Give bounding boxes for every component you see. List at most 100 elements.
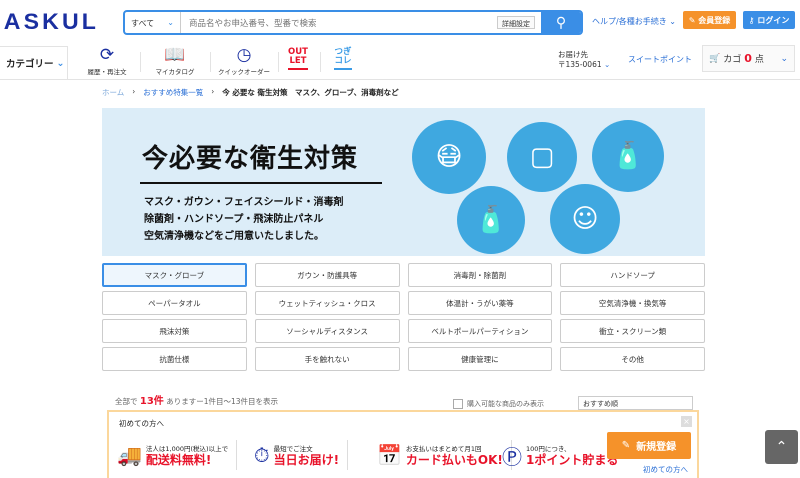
breadcrumb-current: 今 必要な 衛生対策 マスク、グローブ、消毒剤など bbox=[222, 88, 399, 97]
breadcrumb-features[interactable]: おすすめ特集一覧 bbox=[143, 87, 203, 98]
banner-line: マスク・ガウン・フェイスシールド・消毒剤 bbox=[144, 197, 344, 208]
banner-title: 今必要な衛生対策 bbox=[142, 144, 359, 174]
breadcrumb-sep: › bbox=[132, 87, 136, 96]
breadcrumb-home[interactable]: ホーム bbox=[102, 87, 124, 98]
chevron-down-icon: ⌄ bbox=[167, 18, 174, 27]
divider bbox=[210, 52, 211, 72]
key-icon: ⚷ bbox=[748, 15, 758, 25]
category-button[interactable]: その他 bbox=[560, 347, 705, 371]
category-grid: マスク・グローブ ガウン・防護具等 消毒剤・除菌剤 ハンドソープペーパータオル ウェット… bbox=[102, 263, 705, 371]
breadcrumb: ホーム › おすすめ特集一覧 › 今 必要な 衛生対策 マスク、グローブ、消毒剤など bbox=[102, 87, 399, 98]
feature-big: 当日お届け! bbox=[273, 453, 340, 467]
breadcrumb-sep: › bbox=[211, 87, 215, 96]
sort-select[interactable]: おすすめ順 bbox=[578, 396, 693, 410]
pencil-icon: ✎ bbox=[621, 440, 631, 451]
feature-free-shipping: 🚚 法人は1,000円(税込)以上で 配送料無料! bbox=[117, 440, 238, 470]
close-icon[interactable]: × bbox=[681, 416, 692, 427]
feature-small: 最短でご注文 bbox=[273, 445, 313, 453]
feature-big: 1ポイント貯まる bbox=[526, 453, 619, 467]
cart-count: 0 bbox=[744, 52, 752, 65]
gauge-icon: ◷ bbox=[236, 45, 252, 65]
banner-line: 除菌剤・ハンドソープ・飛沫防止パネル bbox=[144, 214, 324, 225]
category-button[interactable]: 衝立・スクリーン類 bbox=[560, 319, 705, 343]
cart-button[interactable]: 🛒 カゴ 0 点 ⌄ bbox=[702, 45, 795, 72]
feature-big: 配送料無料! bbox=[145, 453, 212, 467]
face-shield-illustration-icon: ▢ bbox=[507, 122, 577, 192]
help-label: ヘルプ/各種お手続き bbox=[592, 17, 667, 26]
register-button[interactable]: ✎ 会員登録 bbox=[683, 11, 736, 29]
nav-history[interactable]: ⟳ 履歴・再注文 bbox=[77, 44, 137, 76]
register-label: 会員登録 bbox=[698, 15, 731, 25]
divider bbox=[278, 52, 279, 72]
chevron-up-icon: ⌃ bbox=[775, 439, 788, 455]
nav-label: マイカタログ bbox=[155, 68, 195, 76]
category-button[interactable]: ソーシャルディスタンス bbox=[254, 319, 400, 343]
checkbox-box bbox=[453, 399, 463, 409]
help-menu[interactable]: ヘルプ/各種お手続き ⌄ bbox=[592, 16, 676, 27]
category-button[interactable]: 空気清浄機・換気等 bbox=[560, 291, 705, 315]
category-menu[interactable]: カテゴリー ⌄ bbox=[0, 46, 68, 79]
advanced-search-button[interactable]: 詳細設定 bbox=[497, 16, 535, 29]
category-button[interactable]: 体温計・うがい薬等 bbox=[407, 291, 553, 315]
category-button[interactable]: 消毒剤・除菌剤 bbox=[407, 263, 553, 287]
login-button[interactable]: ⚷ ログイン bbox=[743, 11, 795, 29]
feature-small: 100円につき、 bbox=[526, 445, 571, 453]
banner-text: マスク・ガウン・フェイスシールド・消毒剤 除菌剤・ハンドソープ・飛沫防止パネル … bbox=[144, 194, 344, 245]
header-divider bbox=[0, 79, 800, 80]
tsugi-kore-link[interactable]: つぎ コレ bbox=[334, 48, 352, 70]
book-icon: 📖 bbox=[164, 45, 186, 65]
count-prefix: 全部で bbox=[115, 397, 138, 406]
nav-quick-order[interactable]: ◷ クイックオーダー bbox=[214, 44, 274, 76]
delivery-zip: 〒135-0061 bbox=[558, 60, 602, 69]
feature-big: カード払いもOK! bbox=[405, 453, 503, 467]
nav-label: クイックオーダー bbox=[218, 68, 270, 76]
clock-box-icon: ⏱ bbox=[254, 443, 270, 467]
feature-small: 法人は1,000円(税込)以上で bbox=[145, 445, 229, 453]
sanitizer-illustration-icon: 🧴 bbox=[457, 186, 525, 254]
category-button[interactable]: ハンドソープ bbox=[560, 263, 705, 287]
category-button[interactable]: 手を触れない bbox=[254, 347, 400, 371]
askul-logo[interactable]: ASKUL bbox=[4, 9, 99, 35]
count-suffix: ありますー1件目〜13件目を表示 bbox=[166, 397, 279, 406]
delivery-address[interactable]: お届け先 〒135-0061 ⌄ bbox=[558, 50, 610, 70]
count-value: 13件 bbox=[139, 396, 164, 407]
nav-my-catalog[interactable]: 📖 マイカタログ bbox=[145, 44, 205, 76]
new-register-button[interactable]: ✎ 新規登録 bbox=[607, 432, 691, 459]
category-button[interactable]: 抗菌仕様 bbox=[102, 347, 247, 371]
category-button[interactable]: 飛沫対策 bbox=[102, 319, 247, 343]
search-bar: すべて ⌄ 詳細設定 ⚲ bbox=[123, 10, 583, 35]
first-time-link[interactable]: 初めての方へ bbox=[643, 464, 688, 475]
outlet-link[interactable]: OUT LET bbox=[288, 48, 308, 70]
sweet-point-link[interactable]: スイートポイント bbox=[628, 54, 692, 65]
cart-icon: 🛒 bbox=[709, 53, 721, 64]
chevron-down-icon: ⌄ bbox=[604, 60, 611, 69]
category-button[interactable]: ベルトポールパーティション bbox=[407, 319, 553, 343]
search-scope-select[interactable]: すべて ⌄ bbox=[125, 12, 181, 33]
chevron-down-icon: ⌄ bbox=[56, 57, 65, 69]
feature-card-payment: 📅 お支払いはまとめて月1回 カード払いもOK! bbox=[377, 440, 512, 470]
category-button[interactable]: ペーパータオル bbox=[102, 291, 247, 315]
cart-unit: 点 bbox=[754, 55, 764, 65]
chevron-down-icon: ⌄ bbox=[669, 17, 676, 26]
search-button[interactable]: ⚲ bbox=[541, 12, 581, 33]
hero-banner: 今必要な衛生対策 マスク・ガウン・フェイスシールド・消毒剤 除菌剤・ハンドソープ… bbox=[102, 108, 705, 256]
checkbox-label: 購入可能な商品のみ表示 bbox=[467, 400, 544, 408]
chevron-down-icon: ⌄ bbox=[780, 53, 788, 64]
nav-label: 履歴・再注文 bbox=[87, 68, 127, 76]
delivery-label: お届け先 bbox=[558, 50, 588, 59]
result-count: 全部で 13件 ありますー1件目〜13件目を表示 bbox=[115, 396, 278, 408]
category-button[interactable]: 健康管理に bbox=[407, 347, 553, 371]
divider bbox=[140, 52, 141, 72]
category-button[interactable]: ガウン・防護具等 bbox=[254, 263, 400, 287]
scroll-to-top-button[interactable]: ⌃ bbox=[765, 430, 798, 464]
category-button[interactable]: ウェットティッシュ・クロス bbox=[254, 291, 400, 315]
search-icon: ⚲ bbox=[555, 14, 567, 31]
search-input[interactable] bbox=[181, 12, 491, 33]
category-button[interactable]: マスク・グローブ bbox=[102, 263, 247, 287]
pencil-icon: ✎ bbox=[688, 15, 699, 25]
calendar-icon: 📅 bbox=[377, 443, 402, 467]
available-only-checkbox[interactable]: 購入可能な商品のみ表示 bbox=[453, 399, 544, 409]
outlet-text: LET bbox=[289, 56, 307, 66]
face-shield-person-illustration-icon: ☺ bbox=[550, 184, 620, 254]
refresh-icon: ⟳ bbox=[99, 45, 115, 65]
